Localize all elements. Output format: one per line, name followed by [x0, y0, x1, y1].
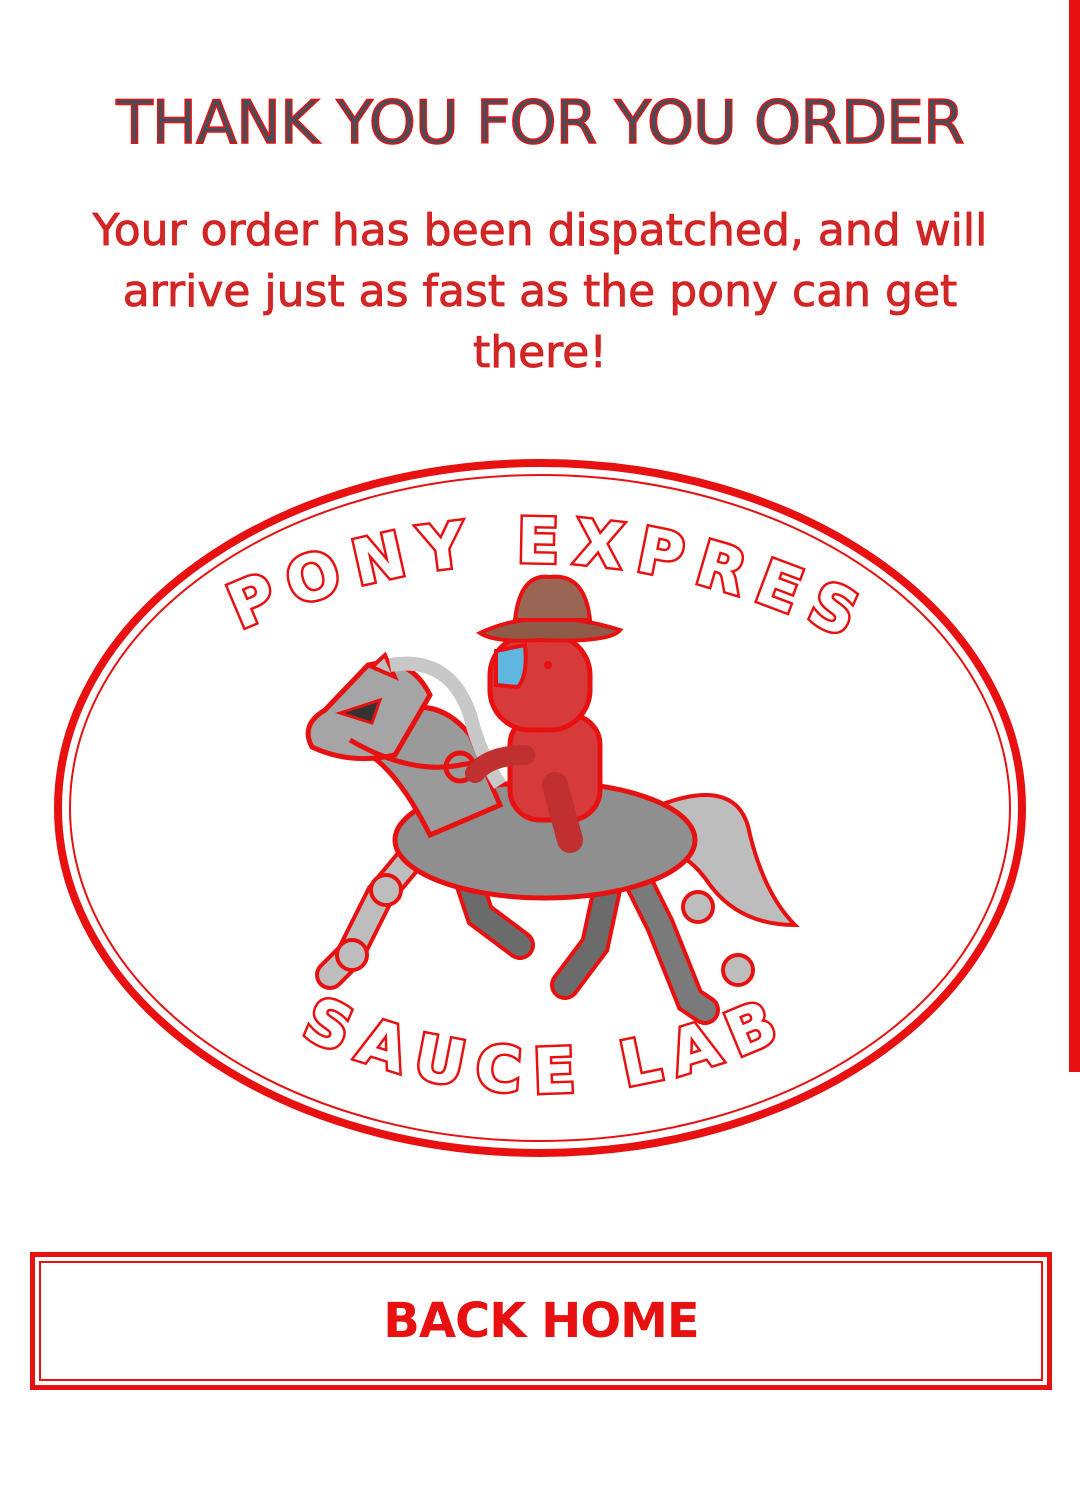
svg-text:PONY EXPRESS: PONY EXPRESS: [50, 455, 879, 656]
order-dispatched-message: Your order has been dispatched, and will…: [92, 205, 988, 379]
back-home-button[interactable]: BACK HOME: [30, 1252, 1052, 1390]
scrollbar[interactable]: [1069, 0, 1080, 1072]
checkout-complete-screen: THANK YOU FOR YOU ORDER Your order has b…: [0, 0, 1080, 1490]
page-title: THANK YOU FOR YOU ORDER: [116, 87, 966, 159]
pony-express-logo: PONY EXPRESS SAUCE LABS: [50, 455, 1026, 1157]
back-home-button-label: BACK HOME: [383, 1293, 699, 1349]
